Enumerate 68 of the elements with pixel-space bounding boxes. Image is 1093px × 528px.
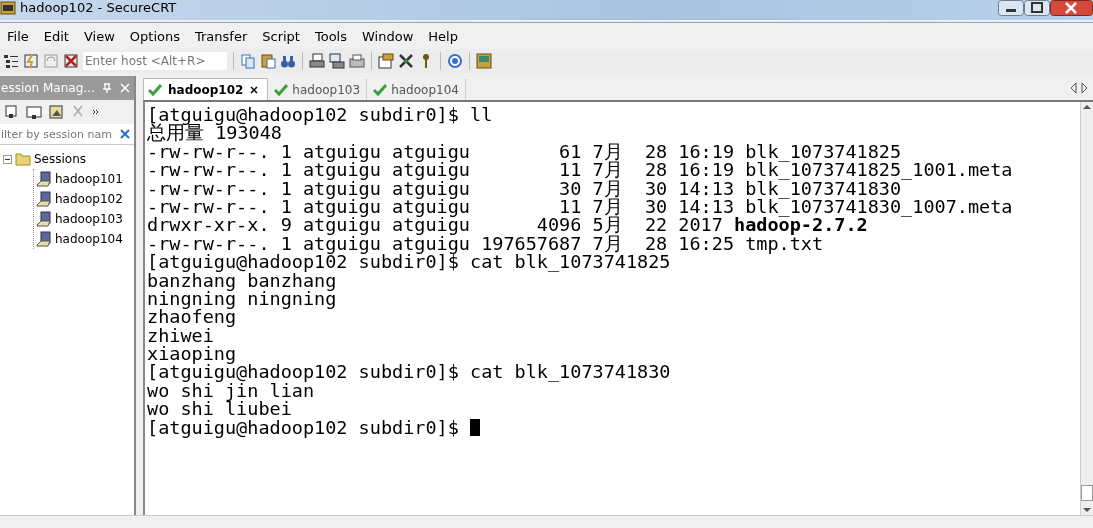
terminal-line: [atguigu@hadoop102 subdir0]$ ll xyxy=(147,106,493,125)
terminal-line: drwxr-xr-x. 9 atguigu atguigu 4096 5月 22 2017 hadoop-2.7.2 xyxy=(147,216,868,235)
printer-icon[interactable] xyxy=(349,53,365,69)
computer-icon xyxy=(36,171,52,187)
menu-item[interactable]: Tools xyxy=(308,28,355,44)
close-icon[interactable] xyxy=(249,84,260,95)
scroll-thumb[interactable] xyxy=(1081,485,1093,501)
connect-icon[interactable] xyxy=(4,104,20,120)
help-icon[interactable] xyxy=(447,53,463,69)
menu-item[interactable]: Edit xyxy=(36,28,77,44)
more-icon[interactable] xyxy=(92,108,100,116)
menu-item[interactable]: Transfer xyxy=(188,28,256,44)
clear-icon[interactable] xyxy=(119,128,131,140)
scroll-up-icon[interactable] xyxy=(1081,102,1093,112)
terminal-line: [atguigu@hadoop102 subdir0]$ xyxy=(147,418,460,438)
terminal-line: wo shi jin lian xyxy=(147,381,315,401)
minimize-icon[interactable] xyxy=(998,0,1024,16)
scrollbar[interactable] xyxy=(1080,102,1093,515)
menu-item[interactable]: Options xyxy=(122,28,188,44)
print-screen-icon[interactable] xyxy=(329,53,345,69)
close-icon[interactable] xyxy=(1050,0,1093,16)
check-icon xyxy=(148,82,162,97)
computer-icon xyxy=(36,211,52,227)
computer-icon xyxy=(36,231,52,247)
menu-item[interactable]: Script xyxy=(255,28,308,44)
pin-icon[interactable] xyxy=(101,82,113,94)
copy-icon[interactable] xyxy=(240,53,256,69)
terminal-line: 总用量 193048 xyxy=(147,124,282,143)
terminal-line: banzhang banzhang xyxy=(147,271,337,290)
terminal-line: [atguigu@hadoop102 subdir0]$ cat blk_1073741830 xyxy=(147,363,671,382)
collapse-icon[interactable] xyxy=(3,154,12,164)
maximize-icon[interactable] xyxy=(1024,0,1050,16)
scroll-left-icon[interactable] xyxy=(1069,82,1078,94)
host-field[interactable]: Enter host <Alt+R> xyxy=(83,52,227,70)
terminal-line: -rw-rw-r--. 1 atguigu atguigu 11 7月 28 16:19 blk_1073741825_1001.meta xyxy=(147,161,1013,180)
check-icon xyxy=(373,82,388,97)
scroll-right-icon[interactable] xyxy=(1080,82,1089,94)
panel-title: ession Manag... xyxy=(1,81,95,95)
tree-item[interactable]: hadoop101 xyxy=(55,172,123,186)
paste-icon[interactable] xyxy=(260,53,276,69)
new-session-icon[interactable] xyxy=(48,104,64,120)
terminal-line: zhaofeng xyxy=(147,308,237,327)
print-icon[interactable] xyxy=(309,53,325,69)
disconnect-icon[interactable] xyxy=(63,53,79,69)
terminal-line: xiaoping xyxy=(147,345,237,364)
terminal-line: -rw-rw-r--. 1 atguigu atguigu 30 7月 30 14:13 blk_1073741830 xyxy=(147,179,902,198)
session-tab[interactable]: hadoop102 xyxy=(143,78,269,100)
binoculars-icon[interactable] xyxy=(280,53,296,69)
tree-item[interactable]: hadoop104 xyxy=(55,232,123,246)
session-list-icon[interactable] xyxy=(3,53,19,69)
tools-icon[interactable] xyxy=(398,53,414,69)
terminal-line: zhiwei xyxy=(147,326,214,346)
menu-item[interactable]: Help xyxy=(421,28,466,44)
terminal-line: -rw-rw-r--. 1 atguigu atguigu 197657687 7月 28 16:25 tmp.txt xyxy=(147,234,824,254)
check-icon xyxy=(274,82,289,97)
properties-icon[interactable] xyxy=(378,53,394,69)
terminal-line: wo shi liubei xyxy=(147,400,292,419)
menu-item[interactable]: Window xyxy=(355,28,422,44)
window-title: hadoop102 - SecureCRT xyxy=(20,0,177,16)
app-icon xyxy=(0,0,16,16)
terminal-line: -rw-rw-r--. 1 atguigu atguigu 61 7月 28 16:19 blk_1073741825 xyxy=(147,142,902,162)
tree-item[interactable]: hadoop102 xyxy=(55,192,123,206)
terminal-line: [atguigu@hadoop102 subdir0]$ cat blk_1073741825 xyxy=(147,253,671,272)
tree-item[interactable]: hadoop103 xyxy=(55,212,123,226)
tree-item[interactable]: Sessions xyxy=(34,152,87,166)
menu-item[interactable]: File xyxy=(0,28,37,44)
computer-icon xyxy=(36,191,52,207)
menu-item[interactable]: View xyxy=(76,28,123,44)
